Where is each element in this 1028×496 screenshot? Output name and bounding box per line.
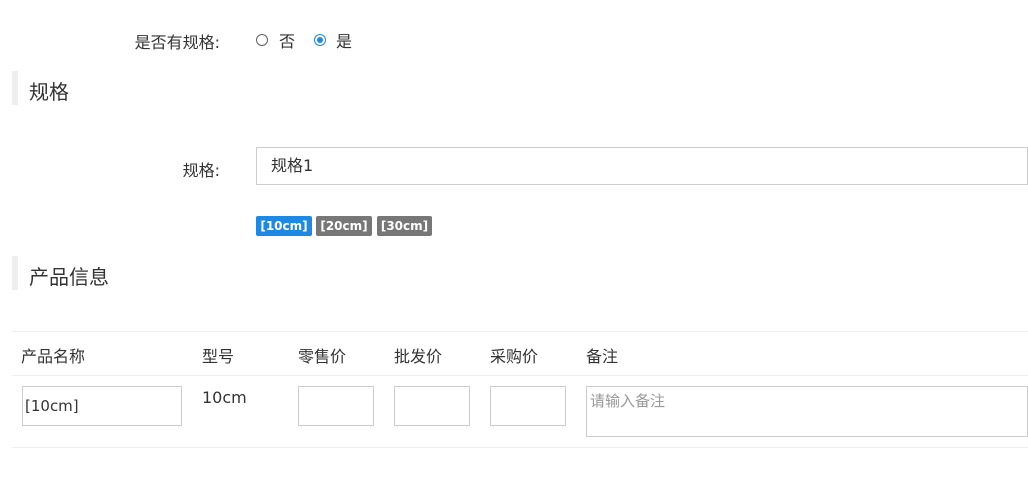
- radio-yes-label: 是: [336, 32, 353, 51]
- radio-option-yes[interactable]: 是: [314, 30, 353, 51]
- product-section-bar: [12, 256, 18, 290]
- remark-placeholder: 请输入备注: [590, 392, 666, 410]
- spec-section-title: 规格: [29, 80, 69, 104]
- remark-textarea[interactable]: 请输入备注: [586, 386, 1028, 437]
- product-model-text: 10cm: [202, 388, 247, 407]
- table-row: [10cm] 10cm 请输入备注: [12, 376, 1028, 446]
- product-section-title: 产品信息: [29, 265, 109, 289]
- col-header-purchase: 采购价: [490, 347, 539, 366]
- product-name-input[interactable]: [10cm]: [22, 386, 182, 426]
- radio-no-icon[interactable]: [256, 34, 268, 46]
- col-header-wholesale: 批发价: [394, 347, 443, 366]
- wholesale-price-input[interactable]: [394, 386, 470, 426]
- spec-tag-20cm[interactable]: [20cm]: [316, 216, 372, 236]
- has-spec-label: 是否有规格:: [134, 33, 220, 52]
- spec-field-label: 规格:: [182, 161, 220, 180]
- table-bottom-border: [12, 447, 1028, 448]
- spec-tag-30cm[interactable]: [30cm]: [377, 216, 432, 236]
- purchase-price-input[interactable]: [490, 386, 566, 426]
- col-header-name: 产品名称: [21, 347, 86, 366]
- table-top-border: [12, 331, 1028, 332]
- spec-section-bar: [12, 71, 18, 105]
- spec-name-input[interactable]: 规格1: [256, 147, 1028, 185]
- radio-yes-icon[interactable]: [314, 34, 326, 46]
- spec-tag-10cm[interactable]: [10cm]: [256, 216, 312, 236]
- col-header-remark: 备注: [586, 347, 619, 366]
- retail-price-input[interactable]: [298, 386, 374, 426]
- radio-option-no[interactable]: 否: [256, 30, 296, 51]
- radio-no-label: 否: [279, 32, 296, 51]
- col-header-retail: 零售价: [298, 347, 347, 366]
- col-header-model: 型号: [202, 347, 235, 366]
